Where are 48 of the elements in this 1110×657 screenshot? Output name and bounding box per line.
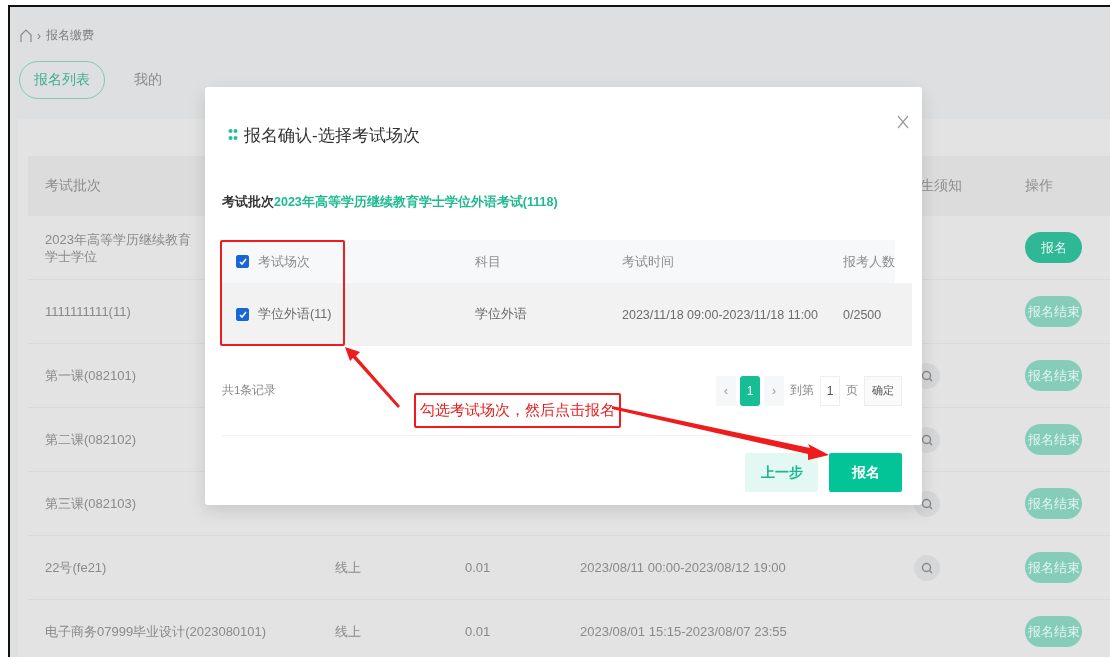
- arrow: [345, 347, 400, 408]
- table-cell: 电子商务07999毕业设计(2023080101): [45, 622, 267, 641]
- table-cell-text: 学位外语: [475, 306, 528, 323]
- home-icon[interactable]: [20, 28, 32, 43]
- callout-label: 勾选考试场次，然后点击报名: [414, 393, 621, 428]
- table-cell: 第一课(082101): [45, 367, 137, 384]
- breadcrumb-item[interactable]: 报名缴费: [46, 27, 94, 44]
- goto-label: 到第: [790, 382, 814, 399]
- table-cell: 22号(fe21): [45, 558, 107, 577]
- tab[interactable]: 我的: [119, 61, 177, 99]
- table-cell: 1111111111(11): [45, 303, 131, 320]
- table-cell-text: 2023/11/18 09:00-2023/11/18 11:00: [622, 307, 819, 322]
- table-cell: 线上: [335, 623, 361, 639]
- table-cell-text: 学位外语(11): [258, 306, 333, 323]
- table-cell: 第三课(082103): [45, 495, 137, 512]
- signup-button[interactable]: 报名: [1025, 232, 1082, 263]
- table-cell: 第二课(082102): [45, 431, 137, 448]
- search-icon[interactable]: [914, 554, 940, 581]
- signup-button[interactable]: 报名: [829, 453, 902, 492]
- column-header: 操作: [1025, 177, 1053, 195]
- column-header: 考试批次: [45, 177, 101, 195]
- table-cell: 2023/08/01 15:15-2023/08/07 23:55: [580, 624, 787, 639]
- page-input[interactable]: 1: [820, 375, 840, 406]
- checkbox[interactable]: [236, 308, 249, 321]
- checkbox[interactable]: [236, 255, 249, 268]
- table-cell: 2023/08/11 00:00-2023/08/12 19:00: [580, 560, 786, 575]
- column-header: 考试场次: [258, 252, 311, 271]
- table-cell: 0.01: [465, 560, 491, 575]
- table-cell-text: 0/2500: [843, 307, 883, 322]
- close-icon[interactable]: [897, 115, 909, 129]
- breadcrumb-separator: ›: [37, 28, 41, 43]
- column-header: 报考人数: [843, 252, 896, 271]
- previous-page-button[interactable]: ‹: [716, 375, 736, 406]
- page-button[interactable]: 1: [740, 375, 760, 406]
- batch-value: 2023年高等学历继续教育学士学位外语考试(1118): [274, 194, 558, 211]
- table-cell: 线上: [335, 559, 361, 575]
- table-cell-text: 2023年高等学历继续教育学士学位: [45, 230, 192, 265]
- previous-step-button[interactable]: 上一步: [745, 453, 818, 492]
- column-header: 考试时间: [622, 252, 675, 271]
- table-cell: 0.01: [465, 624, 491, 639]
- next-page-button[interactable]: ›: [764, 375, 784, 406]
- record-count: 共1条记录: [222, 383, 277, 398]
- dialog-title: 报名确认-选择考试场次: [244, 124, 420, 147]
- batch-label: 考试批次: [222, 194, 274, 211]
- page-unit: 页: [846, 382, 858, 399]
- confirm-button[interactable]: 确定: [864, 375, 902, 406]
- column-header: 科目: [475, 252, 502, 271]
- dots-icon: [228, 128, 238, 142]
